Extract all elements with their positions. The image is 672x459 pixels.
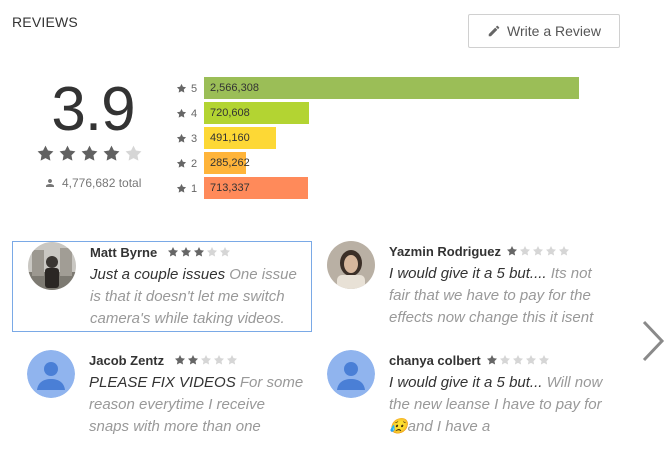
chevron-right-icon[interactable] bbox=[638, 318, 666, 364]
pencil-icon bbox=[488, 25, 500, 37]
star-filled-icon bbox=[181, 247, 191, 257]
histogram-star-label: 5 bbox=[191, 82, 198, 95]
review-stars bbox=[174, 354, 238, 366]
star-filled-icon bbox=[487, 355, 497, 365]
star-empty-icon bbox=[559, 246, 569, 256]
review-author: Matt Byrne bbox=[90, 245, 158, 260]
star-filled-icon bbox=[37, 145, 54, 161]
review-card[interactable]: Matt Byrne Just a couple issues One issu… bbox=[12, 241, 312, 332]
star-icon bbox=[176, 83, 187, 93]
star-empty-icon bbox=[513, 355, 523, 365]
rating-histogram: 5 2,566,308 4 720,608 3 491,160 2 285,262 1 713,3… bbox=[176, 76, 579, 201]
review-author: Yazmin Rodriguez bbox=[389, 244, 501, 259]
review-text: PLEASE FIX VIDEOS For some reason everyt… bbox=[89, 372, 309, 438]
histogram-row: 4 720,608 bbox=[176, 101, 309, 126]
avatar bbox=[28, 242, 76, 290]
star-icon bbox=[176, 158, 187, 168]
star-empty-icon bbox=[520, 246, 530, 256]
review-title: I would give it a 5 but.... bbox=[389, 265, 547, 282]
star-empty-icon bbox=[207, 247, 217, 257]
total-label: 4,776,682 total bbox=[62, 176, 142, 190]
histogram-count: 720,608 bbox=[210, 107, 250, 119]
star-empty-icon bbox=[526, 355, 536, 365]
star-empty-icon bbox=[227, 355, 237, 365]
star-empty-icon bbox=[500, 355, 510, 365]
review-stars bbox=[486, 354, 550, 366]
review-author: chanya colbert bbox=[389, 353, 481, 368]
histogram-count: 491,160 bbox=[210, 132, 250, 144]
avatar bbox=[327, 241, 375, 289]
star-icon bbox=[176, 108, 187, 118]
star-empty-icon bbox=[533, 246, 543, 256]
histogram-count: 285,262 bbox=[210, 157, 250, 169]
review-text: I would give it a 5 but.... Its not fair… bbox=[389, 263, 605, 329]
star-empty-icon bbox=[546, 246, 556, 256]
review-title: Just a couple issues bbox=[90, 266, 226, 283]
histogram-row: 2 285,262 bbox=[176, 151, 250, 176]
histogram-count: 2,566,308 bbox=[210, 82, 259, 94]
review-title: I would give it a 5 but... bbox=[389, 374, 543, 391]
reviews-heading: REVIEWS bbox=[12, 14, 78, 30]
write-review-button[interactable]: Write a Review bbox=[468, 14, 620, 48]
star-filled-icon bbox=[168, 247, 178, 257]
histogram-bar bbox=[204, 77, 579, 99]
star-filled-icon bbox=[103, 145, 120, 161]
star-empty-icon bbox=[125, 145, 142, 161]
review-text: I would give it a 5 but... Will now the … bbox=[389, 372, 605, 438]
histogram-row: 1 713,337 bbox=[176, 176, 308, 201]
total-ratings: 4,776,682 total bbox=[44, 176, 141, 190]
average-stars bbox=[36, 144, 143, 163]
star-icon bbox=[176, 133, 187, 143]
star-filled-icon bbox=[507, 246, 517, 256]
review-card[interactable]: chanya colbert I would give it a 5 but..… bbox=[312, 350, 612, 441]
review-stars bbox=[506, 245, 570, 257]
average-score: 3.9 bbox=[51, 75, 135, 144]
star-filled-icon bbox=[175, 355, 185, 365]
histogram-star-label: 4 bbox=[191, 107, 198, 120]
star-filled-icon bbox=[188, 355, 198, 365]
review-card[interactable]: Yazmin Rodriguez I would give it a 5 but… bbox=[312, 241, 612, 332]
histogram-count: 713,337 bbox=[210, 182, 250, 194]
star-filled-icon bbox=[194, 247, 204, 257]
review-card[interactable]: Jacob Zentz PLEASE FIX VIDEOS For some r… bbox=[12, 350, 312, 441]
star-filled-icon bbox=[81, 145, 98, 161]
star-empty-icon bbox=[214, 355, 224, 365]
star-empty-icon bbox=[539, 355, 549, 365]
default-avatar bbox=[327, 350, 375, 398]
star-icon bbox=[176, 183, 187, 193]
review-author: Jacob Zentz bbox=[89, 353, 165, 368]
histogram-row: 5 2,566,308 bbox=[176, 76, 579, 101]
default-avatar bbox=[27, 350, 75, 398]
write-review-label: Write a Review bbox=[507, 23, 601, 39]
histogram-star-label: 1 bbox=[191, 182, 198, 195]
histogram-star-label: 3 bbox=[191, 132, 198, 145]
star-empty-icon bbox=[220, 247, 230, 257]
review-text: Just a couple issues One issue is that i… bbox=[90, 264, 306, 330]
review-title: PLEASE FIX VIDEOS bbox=[89, 374, 236, 391]
person-icon bbox=[46, 179, 54, 187]
histogram-row: 3 491,160 bbox=[176, 126, 276, 151]
review-stars bbox=[167, 246, 231, 258]
star-filled-icon bbox=[59, 145, 76, 161]
star-empty-icon bbox=[201, 355, 211, 365]
histogram-star-label: 2 bbox=[191, 157, 198, 170]
